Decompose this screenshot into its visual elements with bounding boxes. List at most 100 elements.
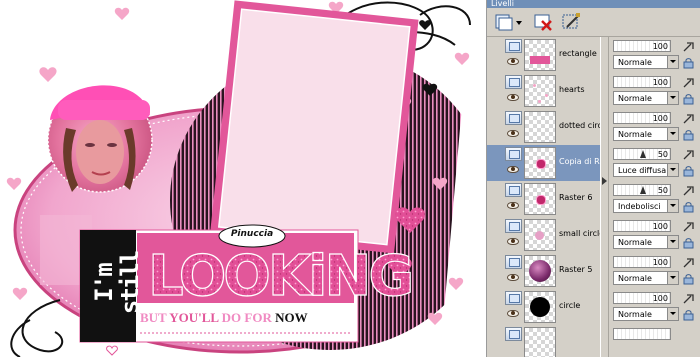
layer-group-icon[interactable] <box>505 111 522 125</box>
layer-thumbnail <box>524 39 556 71</box>
layer-row[interactable]: Raster 6 50 Indebolisci <box>487 181 700 217</box>
blend-mode-select[interactable]: Normale <box>613 127 679 141</box>
panel-splitter[interactable] <box>600 37 609 357</box>
layer-controls: 100 Normale <box>609 37 700 73</box>
layer-row[interactable]: Raster 5 100 Normale <box>487 253 700 289</box>
layer-controls: 50 Luce diffusa <box>609 145 700 181</box>
layer-group-icon[interactable] <box>505 75 522 89</box>
layer-info[interactable]: Copia di Raster 6 <box>487 145 600 181</box>
opacity-slider[interactable]: 100 <box>613 256 671 268</box>
opacity-slider[interactable]: 100 <box>613 220 671 232</box>
layer-info[interactable] <box>487 325 600 357</box>
layer-row[interactable]: circle 100 Normale <box>487 289 700 325</box>
layer-row-partial[interactable] <box>487 325 700 357</box>
eye-icon[interactable] <box>507 310 519 317</box>
layer-name: Raster 6 <box>559 193 593 202</box>
lock-icon[interactable] <box>681 309 695 321</box>
link-icon[interactable] <box>681 221 695 233</box>
blend-mode-select[interactable]: Indebolisci <box>613 199 679 213</box>
link-icon[interactable] <box>681 41 695 53</box>
lock-icon[interactable] <box>681 165 695 177</box>
chevron-down-icon <box>667 164 678 176</box>
blend-mode-select[interactable]: Normale <box>613 55 679 69</box>
eye-icon[interactable] <box>507 202 519 209</box>
layer-info[interactable]: small circle <box>487 217 600 253</box>
link-icon[interactable] <box>681 257 695 269</box>
layer-row[interactable]: small circle 100 Normale <box>487 217 700 253</box>
lock-icon[interactable] <box>681 93 695 105</box>
opacity-slider[interactable] <box>613 328 671 340</box>
chevron-down-icon <box>667 92 678 104</box>
slider-thumb[interactable] <box>640 150 646 158</box>
eye-icon[interactable] <box>507 238 519 245</box>
lock-icon[interactable] <box>681 273 695 285</box>
opacity-value: 50 <box>657 150 668 159</box>
layer-group-icon[interactable] <box>505 219 522 233</box>
opacity-slider[interactable]: 100 <box>613 76 671 88</box>
layer-info[interactable]: dotted circle <box>487 109 600 145</box>
eye-icon[interactable] <box>507 274 519 281</box>
blend-mode-select[interactable]: Normale <box>613 271 679 285</box>
eye-icon[interactable] <box>507 130 519 137</box>
layer-info[interactable]: Raster 5 <box>487 253 600 289</box>
layer-info[interactable]: rectangle <box>487 37 600 73</box>
blend-mode-select[interactable]: Normale <box>613 307 679 321</box>
opacity-slider[interactable]: 100 <box>613 112 671 124</box>
layer-info[interactable]: hearts <box>487 73 600 109</box>
layer-group-icon[interactable] <box>505 255 522 269</box>
eye-icon[interactable] <box>507 58 519 65</box>
layer-group-icon[interactable] <box>505 291 522 305</box>
link-icon[interactable] <box>681 185 695 197</box>
delete-layer-button[interactable] <box>531 11 555 33</box>
link-icon[interactable] <box>681 149 695 161</box>
lock-icon[interactable] <box>681 57 695 69</box>
blend-mode-value: Normale <box>618 238 652 247</box>
layer-controls: 100 Normale <box>609 253 700 289</box>
link-icon[interactable] <box>681 77 695 89</box>
artwork-graphic: LOOKiNG <box>6 0 486 357</box>
eye-icon[interactable] <box>507 166 519 173</box>
blend-mode-select[interactable]: Normale <box>613 91 679 105</box>
tagline: BUT YOU'LL DO FOR NOW <box>140 310 360 326</box>
tagline-part4: NOW <box>275 310 308 325</box>
layer-row[interactable]: dotted circle 100 Normale <box>487 109 700 145</box>
opacity-slider[interactable]: 50 <box>613 148 671 160</box>
artwork-canvas[interactable]: LOOKiNG Pinuccia I'm still BUT YOU'LL DO… <box>0 0 486 357</box>
layer-group-icon[interactable] <box>505 147 522 161</box>
blend-mode-select[interactable]: Normale <box>613 235 679 249</box>
layer-row[interactable]: rectangle 100 Normale <box>487 37 700 73</box>
link-icon[interactable] <box>681 113 695 125</box>
opacity-value: 50 <box>657 186 668 195</box>
layer-group-icon[interactable] <box>505 39 522 53</box>
layer-name: hearts <box>559 85 585 94</box>
layer-properties-button[interactable] <box>559 11 583 33</box>
eye-icon[interactable] <box>507 94 519 101</box>
blend-mode-value: Indebolisci <box>618 202 661 211</box>
link-icon[interactable] <box>681 293 695 305</box>
layer-info[interactable]: circle <box>487 289 600 325</box>
layers-panel: Livelli rectangle 100 Normale hearts 100… <box>486 0 700 357</box>
layer-info[interactable]: Raster 6 <box>487 181 600 217</box>
opacity-slider[interactable]: 100 <box>613 40 671 52</box>
lock-icon[interactable] <box>681 237 695 249</box>
layer-group-icon[interactable] <box>505 327 522 341</box>
new-layer-button[interactable] <box>493 11 523 33</box>
opacity-slider[interactable]: 100 <box>613 292 671 304</box>
chevron-down-icon <box>667 128 678 140</box>
layer-group-icon[interactable] <box>505 183 522 197</box>
tagline-part3: DO FOR <box>218 310 276 325</box>
lock-icon[interactable] <box>681 201 695 213</box>
layer-row[interactable]: hearts 100 Normale <box>487 73 700 109</box>
new-layer-icon <box>495 14 522 31</box>
expand-arrow-icon[interactable] <box>602 177 607 185</box>
layer-row-selected[interactable]: Copia di Raster 6 50 Luce diffusa <box>487 145 700 181</box>
layer-controls <box>609 325 700 357</box>
slider-thumb[interactable] <box>640 186 646 194</box>
lock-icon[interactable] <box>681 129 695 141</box>
layer-controls: 100 Normale <box>609 289 700 325</box>
chevron-down-icon <box>667 200 678 212</box>
blend-mode-select[interactable]: Luce diffusa <box>613 163 679 177</box>
opacity-slider[interactable]: 50 <box>613 184 671 196</box>
layer-thumbnail <box>524 111 556 143</box>
layer-controls: 100 Normale <box>609 73 700 109</box>
